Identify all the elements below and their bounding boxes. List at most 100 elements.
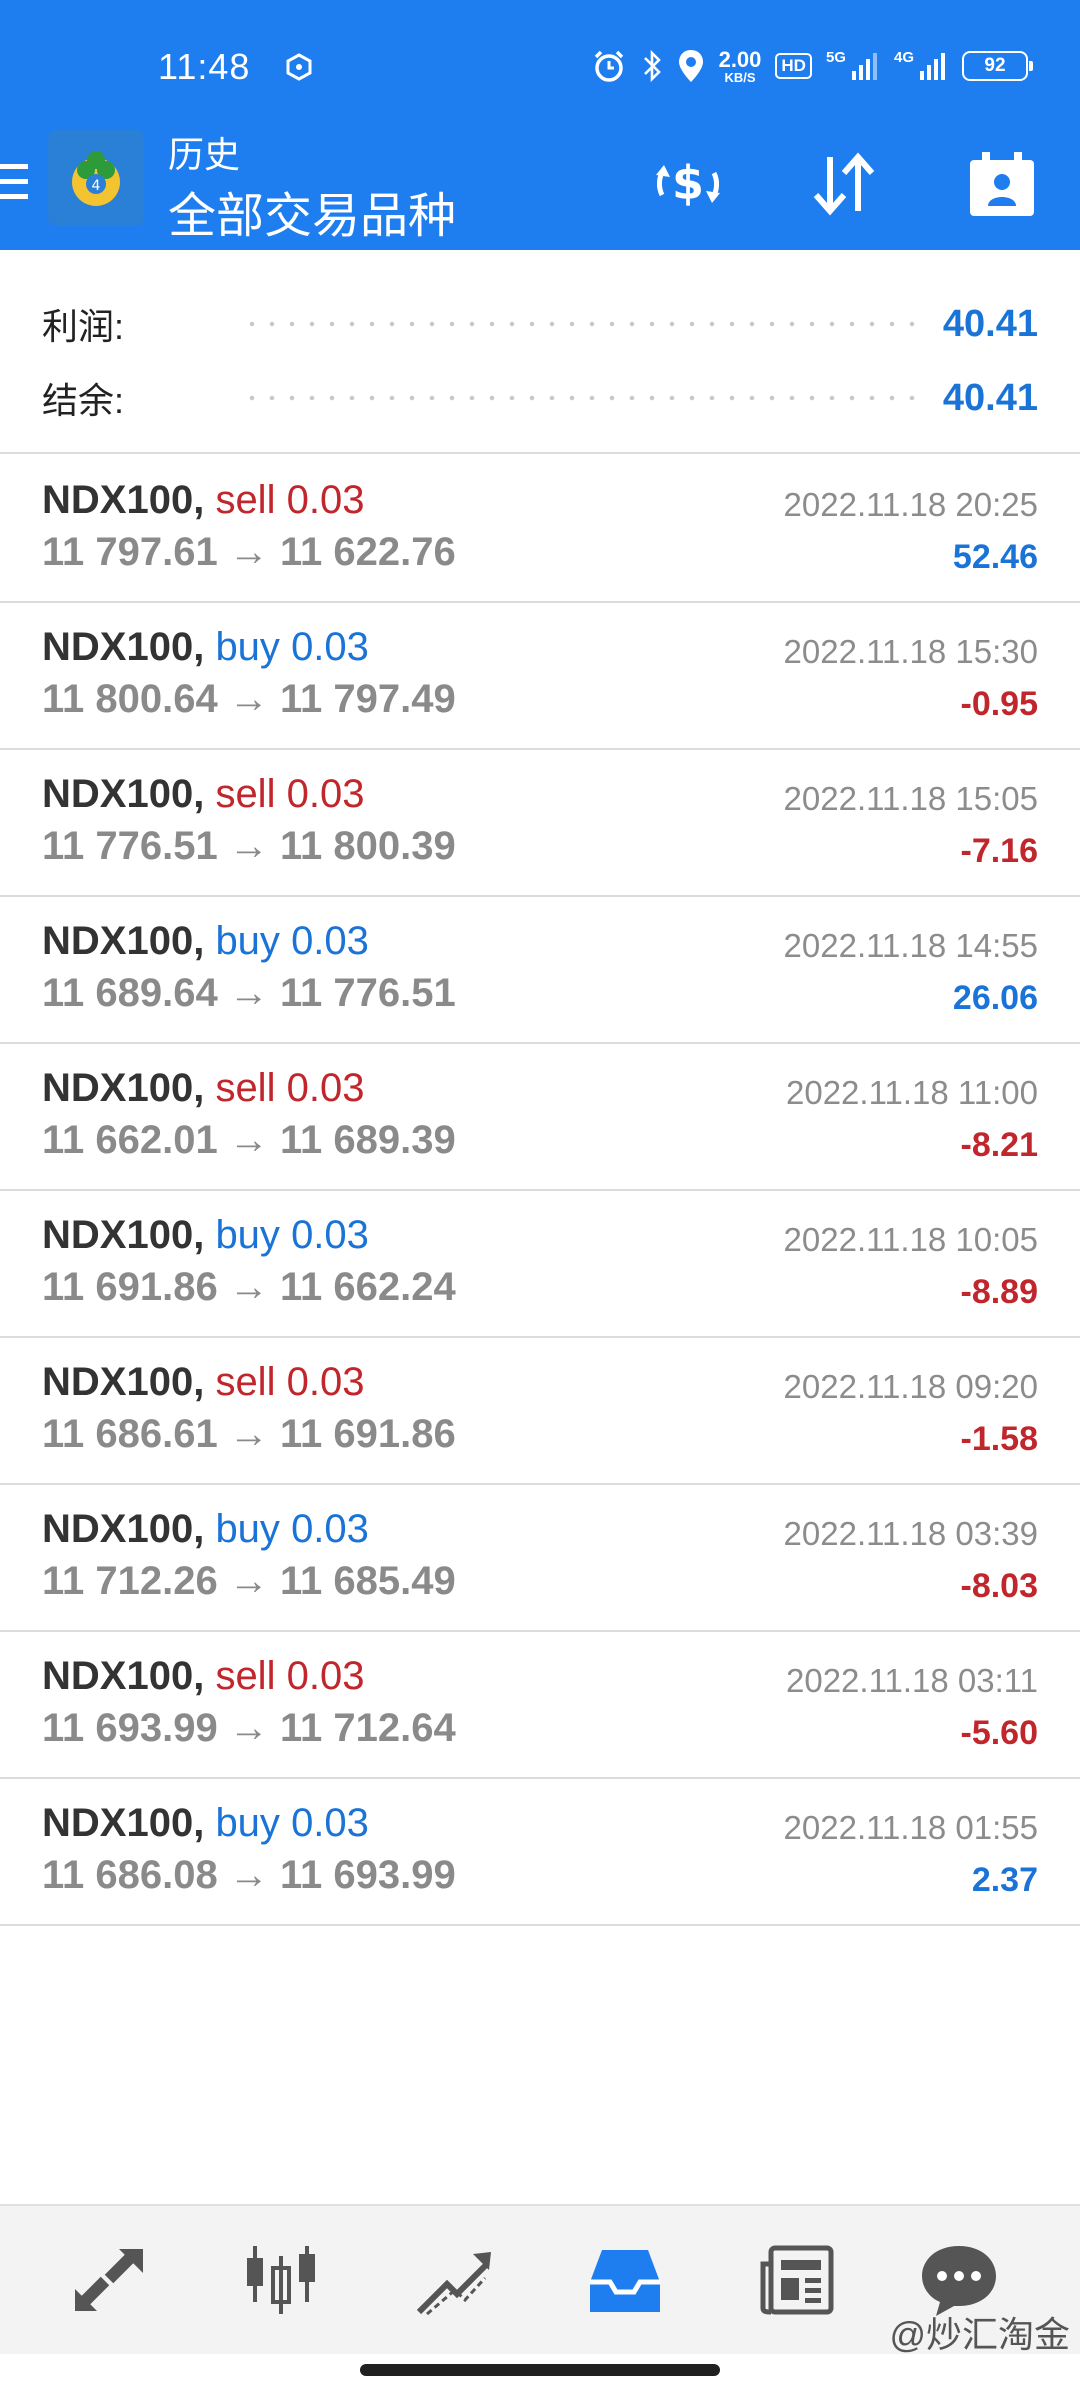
appbar-title[interactable]: 全部交易品种 [168,176,456,246]
trade-date: 2022.11.18 20:25 [783,486,1038,523]
trade-type: sell [215,1360,276,1404]
trade-symbol: NDX100, [42,478,205,522]
open-price: 11 662.01 [42,1118,218,1162]
status-icons: 2.00 KB/S HD 5G 4G 92 [591,44,1033,88]
trade-profit: 2.37 [971,1861,1038,1899]
trade-row[interactable]: NDX100, buy 0.03 11 800.64 → 11 797.49 2… [0,603,1080,750]
network-speed: 2.00 KB/S [719,48,762,84]
deposit-exchange-icon[interactable]: $ [648,144,728,224]
trade-profit: 26.06 [952,979,1038,1017]
open-price: 11 691.86 [42,1265,218,1309]
trade-symbol: NDX100, [42,1360,205,1404]
hd-badge: HD [775,53,812,79]
trade-title: NDX100, sell 0.03 [42,478,364,523]
summary-panel: 利润: 40.41 结余: 40.41 [0,250,1080,454]
trade-type: sell [215,772,276,816]
trade-prices: 11 800.64 → 11 797.49 [42,677,456,721]
trade-profit: -7.16 [960,832,1039,870]
trade-prices: 11 686.08 → 11 693.99 [42,1853,456,1897]
news-icon[interactable] [752,2240,842,2320]
battery-level: 92 [984,55,1006,76]
trade-symbol: NDX100, [42,1213,205,1257]
dot-leader [242,395,923,401]
trade-row[interactable]: NDX100, sell 0.03 11 662.01 → 11 689.39 … [0,1044,1080,1191]
trade-title: NDX100, sell 0.03 [42,1066,364,1111]
open-price: 11 686.08 [42,1853,218,1897]
trade-date: 2022.11.18 14:55 [783,927,1038,964]
close-price: 11 797.49 [279,677,456,721]
watermark-text: @炒汇淘金 [889,2314,1070,2355]
open-price: 11 712.26 [42,1559,218,1603]
trade-symbol: NDX100, [42,1654,205,1698]
trade-title: NDX100, sell 0.03 [42,1360,364,1405]
signal1-label: 5G [825,48,846,66]
trade-title: NDX100, buy 0.03 [42,1801,369,1846]
trade-date: 2022.11.18 03:11 [785,1662,1038,1699]
appbar-subtitle: 历史 [168,134,241,175]
trade-row[interactable]: NDX100, sell 0.03 11 797.61 → 11 622.76 … [0,456,1080,603]
trade-lots: 0.03 [286,1654,365,1698]
profit-row: 利润: 40.41 [42,294,1038,354]
battery-icon: 92 [962,51,1033,81]
dot-leader [242,321,923,327]
menu-icon[interactable] [0,158,30,206]
close-price: 11 622.76 [279,530,456,574]
top-bar: 11:48 2.00 KB/S HD 5G 4G 92 4 历史 全部交易品种 … [0,0,1080,250]
balance-value: 40.41 [942,376,1038,419]
trade-prices: 11 693.99 → 11 712.64 [42,1706,456,1750]
trade-date: 2022.11.18 15:05 [783,780,1038,817]
close-price: 11 800.39 [279,824,456,868]
trade-row[interactable]: NDX100, buy 0.03 11 712.26 → 11 685.49 2… [0,1485,1080,1632]
trade-prices: 11 662.01 → 11 689.39 [42,1118,456,1162]
signal2-label: 4G [893,48,914,66]
balance-label: 结余: [42,380,125,421]
trade-type: buy [215,1507,280,1551]
trade-date: 2022.11.18 10:05 [783,1221,1038,1258]
trade-row[interactable]: NDX100, buy 0.03 11 686.08 → 11 693.99 2… [0,1779,1080,1926]
close-price: 11 776.51 [279,971,456,1015]
status-time: 11:48 [158,46,251,87]
trade-date: 2022.11.18 09:20 [783,1368,1038,1405]
trade-symbol: NDX100, [42,919,205,963]
quotes-icon[interactable] [64,2240,154,2320]
close-price: 11 662.24 [279,1265,456,1309]
svg-text:$: $ [672,156,704,210]
trade-prices: 11 691.86 → 11 662.24 [42,1265,456,1309]
open-price: 11 797.61 [42,530,218,574]
trade-title: NDX100, buy 0.03 [42,1507,369,1552]
trade-date: 2022.11.18 15:30 [783,633,1038,670]
trade-lots: 0.03 [291,1801,369,1845]
chart-icon[interactable] [236,2240,326,2320]
close-price: 11 689.39 [279,1118,456,1162]
signal2-icon [920,53,945,80]
trade-type: sell [215,1654,276,1698]
trade-type: sell [215,1066,276,1110]
trade-symbol: NDX100, [42,1066,205,1110]
home-indicator[interactable] [360,2364,720,2376]
trade-row[interactable]: NDX100, sell 0.03 11 776.51 → 11 800.39 … [0,750,1080,897]
trade-row[interactable]: NDX100, sell 0.03 11 686.61 → 11 691.86 … [0,1338,1080,1485]
close-price: 11 691.86 [279,1412,456,1456]
sort-icon[interactable] [804,144,884,224]
signal1-icon [851,53,877,80]
trade-row[interactable]: NDX100, buy 0.03 11 689.64 → 11 776.51 2… [0,897,1080,1044]
trade-type: sell [215,478,276,522]
trade-symbol: NDX100, [42,1801,205,1845]
trade-lots: 0.03 [286,772,365,816]
trade-row[interactable]: NDX100, sell 0.03 11 693.99 → 11 712.64 … [0,1632,1080,1779]
calendar-account-icon[interactable] [962,144,1042,224]
app-bar: 4 历史 全部交易品种 $ [0,130,1080,250]
trade-icon[interactable] [408,2240,498,2320]
trade-history-list: NDX100, sell 0.03 11 797.61 → 11 622.76 … [0,456,1080,1926]
trade-type: buy [215,1801,280,1845]
open-price: 11 689.64 [42,971,218,1015]
open-price: 11 800.64 [42,677,218,721]
trade-symbol: NDX100, [42,1507,205,1551]
trade-date: 2022.11.18 03:39 [783,1515,1038,1552]
trade-lots: 0.03 [291,1213,369,1257]
location-icon [678,50,703,82]
history-icon[interactable] [580,2240,670,2320]
trade-row[interactable]: NDX100, buy 0.03 11 691.86 → 11 662.24 2… [0,1191,1080,1338]
close-price: 11 712.64 [279,1706,456,1750]
trade-profit: -5.60 [960,1714,1039,1752]
